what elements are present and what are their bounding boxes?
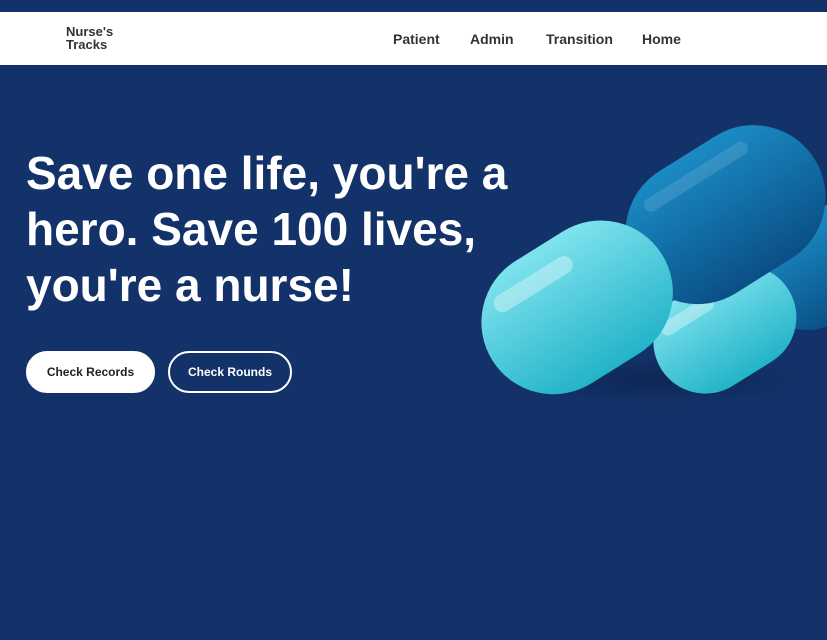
capsule-pills-image [481,125,827,405]
nav-link-admin[interactable]: Admin [470,31,514,47]
brand-logo[interactable]: Nurse's Tracks [66,25,113,51]
brand-line-2: Tracks [66,37,108,52]
hero-headline-line-3: you're a nurse! [26,259,354,311]
nav-link-transition[interactable]: Transition [546,31,613,47]
hero-headline-line-1: Save one life, you're a [26,147,508,199]
hero-headline: Save one life, you're a hero. Save 100 l… [26,145,546,313]
navbar: Nurse's Tracks Patient Admin Transition … [0,12,827,65]
check-records-button[interactable]: Check Records [26,351,155,393]
hero-section: Save one life, you're a hero. Save 100 l… [0,65,827,640]
top-strip [0,0,827,12]
nav-link-patient[interactable]: Patient [393,31,440,47]
nav-link-home[interactable]: Home [642,31,681,47]
hero-headline-line-2: hero. Save 100 lives, [26,203,477,255]
check-rounds-button[interactable]: Check Rounds [168,351,292,393]
